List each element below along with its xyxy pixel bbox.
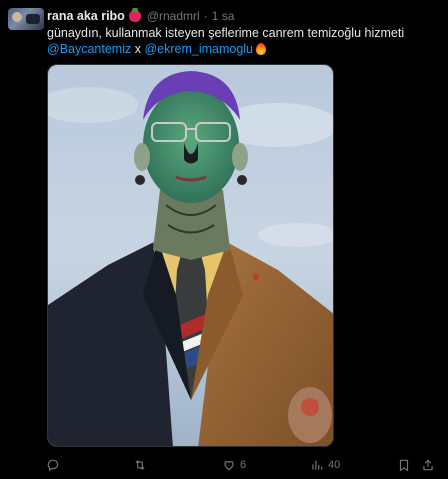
retweet-icon <box>135 460 145 470</box>
tweet-header: rana aka ribo @rnadmrl · 1 sa <box>47 8 234 24</box>
strawberry-emoji-icon <box>128 8 141 22</box>
views-count: 40 <box>328 459 341 471</box>
tweet-text-mentions: @Baycantemiz x @ekrem_imamoglu <box>47 41 437 57</box>
avatar[interactable] <box>8 8 44 30</box>
like-button[interactable]: 6 <box>222 456 246 474</box>
views-button[interactable]: 40 <box>310 456 340 474</box>
tweet-text-line: günaydın, kullanmak isteyen şeflerime ca… <box>47 26 405 40</box>
share-button[interactable] <box>421 456 435 474</box>
action-bar: 6 40 <box>46 456 438 474</box>
tweet-text: günaydın, kullanmak isteyen şeflerime ca… <box>47 25 437 57</box>
mention-baycantemiz[interactable]: @Baycantemiz <box>47 42 131 56</box>
bookmark-icon <box>399 459 409 472</box>
bookmark-button[interactable] <box>397 456 411 474</box>
retweet-button[interactable] <box>133 456 151 474</box>
timestamp[interactable]: 1 sa <box>212 9 235 23</box>
portrait-photo <box>48 65 333 446</box>
reply-button[interactable] <box>46 456 64 474</box>
reply-icon <box>47 459 59 472</box>
share-icon <box>423 459 433 471</box>
views-icon <box>312 460 323 470</box>
mention-connector: x <box>131 42 145 56</box>
like-count: 6 <box>240 459 247 471</box>
tweet[interactable]: rana aka ribo @rnadmrl · 1 sa günaydın, … <box>0 0 448 479</box>
mention-ekrem-imamoglu[interactable]: @ekrem_imamoglu <box>144 42 253 56</box>
author-name[interactable]: rana aka ribo <box>47 9 125 23</box>
author-handle[interactable]: @rnadmrl <box>147 9 200 23</box>
tweet-image[interactable] <box>47 64 334 447</box>
separator-dot: · <box>203 9 208 23</box>
fire-emoji-icon <box>256 43 267 55</box>
like-icon <box>224 461 234 471</box>
